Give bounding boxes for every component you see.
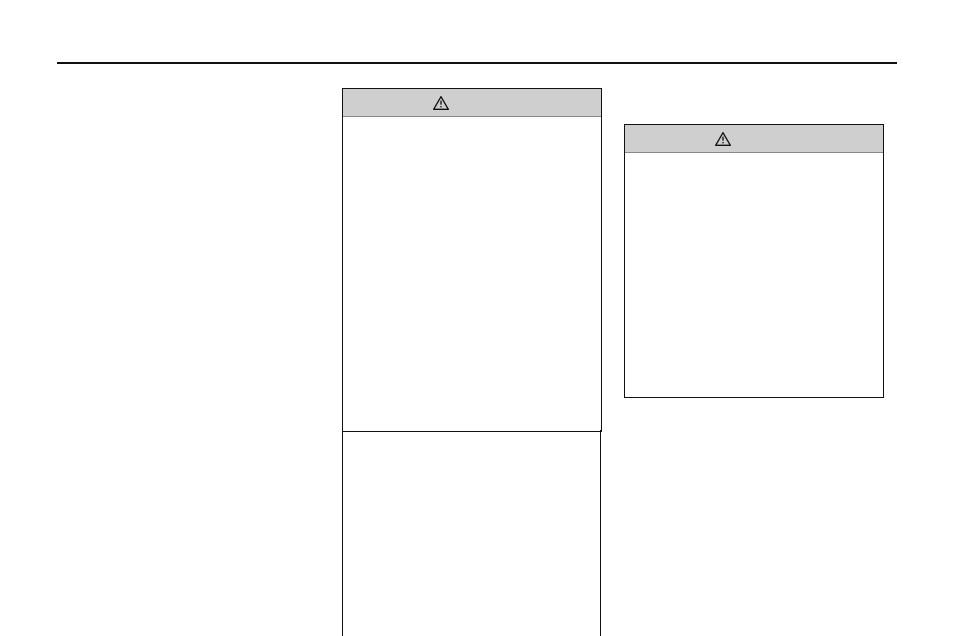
body-line bbox=[635, 231, 873, 245]
body-line bbox=[635, 373, 873, 387]
caution-box-right: CAUTION bbox=[624, 124, 884, 398]
body-line bbox=[353, 139, 591, 153]
page: CAUTION bbox=[0, 0, 954, 636]
body-line bbox=[635, 331, 873, 345]
body-line bbox=[353, 408, 591, 422]
body-line bbox=[353, 210, 591, 224]
body-line bbox=[353, 337, 591, 351]
column-rule-left bbox=[342, 430, 343, 636]
body-line bbox=[353, 153, 591, 167]
caution-header: CAUTION bbox=[343, 89, 601, 117]
body-line bbox=[353, 309, 591, 323]
header-rule bbox=[57, 62, 897, 64]
body-line bbox=[353, 125, 591, 139]
body-line bbox=[635, 316, 873, 330]
body-line bbox=[353, 167, 591, 181]
caution-box-center: CAUTION bbox=[342, 88, 602, 432]
body-line bbox=[635, 203, 873, 217]
caution-header: CAUTION bbox=[625, 125, 883, 153]
caution-label: CAUTION bbox=[739, 131, 794, 147]
body-line bbox=[635, 359, 873, 373]
body-line bbox=[353, 280, 591, 294]
body-line bbox=[635, 175, 873, 189]
body-line bbox=[353, 295, 591, 309]
body-line bbox=[353, 394, 591, 408]
warning-triangle-icon bbox=[715, 132, 731, 146]
body-line bbox=[635, 345, 873, 359]
column-rule-right bbox=[600, 430, 601, 636]
body-line bbox=[635, 246, 873, 260]
body-line bbox=[635, 288, 873, 302]
body-line bbox=[353, 195, 591, 209]
caution-label: CAUTION bbox=[457, 95, 512, 111]
body-line bbox=[353, 351, 591, 365]
body-line bbox=[353, 422, 591, 436]
body-line bbox=[635, 161, 873, 175]
body-line bbox=[635, 189, 873, 203]
caution-body bbox=[625, 153, 883, 398]
body-line bbox=[353, 238, 591, 252]
body-line bbox=[635, 260, 873, 274]
body-line bbox=[635, 274, 873, 288]
body-line bbox=[353, 266, 591, 280]
body-line bbox=[353, 323, 591, 337]
body-line bbox=[635, 217, 873, 231]
body-line bbox=[353, 380, 591, 394]
caution-body bbox=[343, 117, 601, 447]
body-line bbox=[353, 181, 591, 195]
body-line bbox=[353, 365, 591, 379]
body-line bbox=[635, 302, 873, 316]
body-line bbox=[353, 224, 591, 238]
body-line bbox=[353, 252, 591, 266]
warning-triangle-icon bbox=[433, 96, 449, 110]
